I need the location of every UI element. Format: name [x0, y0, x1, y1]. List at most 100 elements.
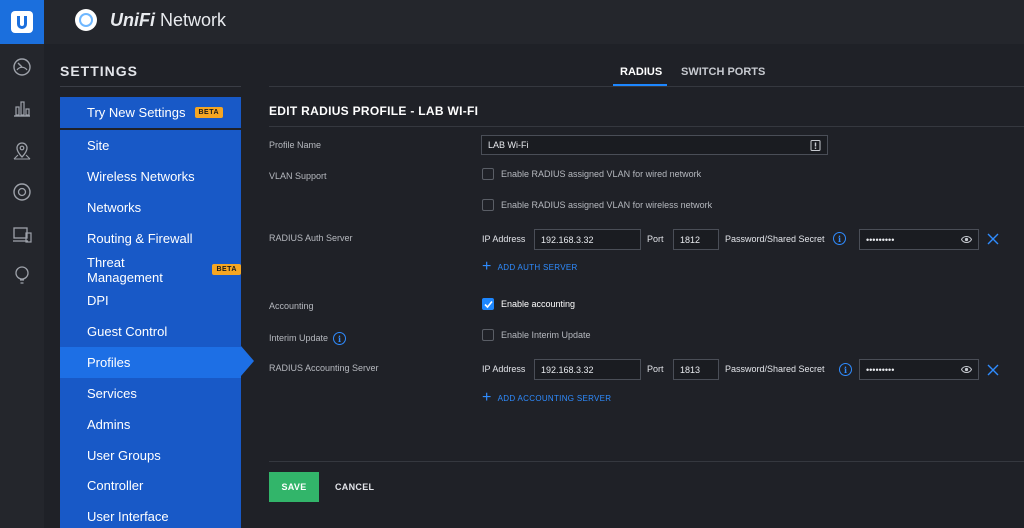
- add-accounting-server-label: ADD ACCOUNTING SERVER: [497, 393, 612, 403]
- accounting-checkbox-row[interactable]: Enable accounting: [482, 298, 575, 310]
- interim-update-checkbox[interactable]: [482, 329, 494, 341]
- sidebar-item-profiles[interactable]: Profiles: [60, 347, 241, 378]
- sidebar-item-routing-firewall[interactable]: Routing & Firewall: [60, 223, 241, 254]
- interim-update-label-row: Interim Update i: [269, 332, 347, 345]
- sidebar-group-site: Site Wireless Networks Networks Routing …: [60, 130, 241, 471]
- vlan-wireless-checkbox-row[interactable]: Enable RADIUS assigned VLAN for wireless…: [482, 199, 712, 211]
- sidebar-item-label: User Interface: [87, 509, 169, 524]
- auth-secret-value: •••••••••: [866, 234, 895, 245]
- nav-rail: [0, 44, 44, 528]
- sidebar-item-try-new-settings[interactable]: Try New Settings BETA: [60, 97, 241, 128]
- plus-icon: +: [482, 389, 492, 406]
- interim-update-label: Interim Update: [269, 332, 329, 343]
- auth-ip-field[interactable]: [534, 229, 641, 250]
- vlan-wireless-label: Enable RADIUS assigned VLAN for wireless…: [501, 200, 713, 210]
- form-title: EDIT RADIUS PROFILE - LAB WI-FI: [269, 104, 479, 118]
- sidebar-item-wireless-networks[interactable]: Wireless Networks: [60, 161, 241, 192]
- auth-secret-field[interactable]: •••••••••: [859, 229, 979, 250]
- info-icon[interactable]: i: [839, 363, 852, 376]
- vlan-wireless-checkbox[interactable]: [482, 199, 494, 211]
- ubiquiti-logo[interactable]: [0, 0, 44, 44]
- acct-ip-field[interactable]: [534, 359, 641, 380]
- acct-secret-field[interactable]: •••••••••: [859, 359, 979, 380]
- add-auth-server-button[interactable]: + ADD AUTH SERVER: [482, 258, 578, 275]
- checkmark-icon: [483, 300, 493, 308]
- auth-secret-label: Password/Shared Secret: [725, 234, 825, 244]
- profile-name-field[interactable]: [481, 135, 828, 155]
- sidebar-group-new: Try New Settings BETA: [60, 97, 241, 128]
- insights-icon[interactable]: [11, 264, 33, 286]
- app-name: Network: [160, 10, 227, 30]
- save-button[interactable]: SAVE: [269, 472, 319, 502]
- divider: [269, 126, 1024, 127]
- ubiquiti-u-icon: [11, 11, 33, 33]
- app-title: UniFi Network: [110, 10, 226, 31]
- remove-accounting-server-icon[interactable]: [986, 363, 1000, 377]
- vlan-wired-checkbox-row[interactable]: Enable RADIUS assigned VLAN for wired ne…: [482, 168, 701, 180]
- info-icon[interactable]: i: [833, 232, 846, 245]
- sidebar-item-services[interactable]: Services: [60, 378, 241, 409]
- map-icon[interactable]: [11, 140, 33, 162]
- settings-title: SETTINGS: [60, 63, 139, 79]
- sidebar-item-dpi[interactable]: DPI: [60, 285, 241, 316]
- auth-ip-label: IP Address: [482, 234, 526, 244]
- vlan-wired-label: Enable RADIUS assigned VLAN for wired ne…: [501, 169, 702, 179]
- sidebar-item-controller[interactable]: Controller: [60, 470, 241, 501]
- cancel-button[interactable]: CANCEL: [335, 472, 374, 502]
- auth-port-label: Port: [647, 234, 664, 244]
- sidebar-item-label: Try New Settings: [87, 105, 186, 120]
- top-bar: UniFi Network: [0, 0, 1024, 44]
- divider: [269, 461, 1024, 462]
- auth-ip-input[interactable]: [541, 234, 634, 245]
- acct-ip-input[interactable]: [541, 364, 634, 375]
- app-brand: UniFi: [110, 10, 155, 30]
- sidebar-item-label: Site: [87, 138, 110, 153]
- vlan-wired-checkbox[interactable]: [482, 168, 494, 180]
- acct-ip-label: IP Address: [482, 364, 526, 374]
- beta-badge: BETA: [194, 107, 224, 118]
- sidebar-item-user-interface[interactable]: User Interface: [60, 501, 241, 528]
- auth-port-field[interactable]: [673, 229, 719, 250]
- sidebar-item-threat-management[interactable]: Threat Management BETA: [60, 254, 241, 285]
- sidebar-item-label: Threat Management: [87, 254, 163, 285]
- sidebar-item-label: Networks: [87, 200, 142, 215]
- accounting-label: Accounting: [269, 301, 314, 311]
- clients-icon[interactable]: [11, 224, 33, 246]
- devices-icon[interactable]: [11, 181, 33, 203]
- eye-icon[interactable]: [961, 235, 972, 244]
- sidebar-item-site[interactable]: Site: [60, 130, 241, 161]
- add-accounting-server-button[interactable]: + ADD ACCOUNTING SERVER: [482, 389, 612, 406]
- dashboard-icon[interactable]: [11, 56, 33, 78]
- sidebar-group-controller: Controller User Interface: [60, 470, 241, 528]
- acct-port-input[interactable]: [680, 364, 712, 375]
- auth-port-input[interactable]: [680, 234, 712, 245]
- sidebar-item-label: Routing & Firewall: [87, 231, 193, 246]
- sidebar-item-label: Wireless Networks: [87, 169, 195, 184]
- sidebar-item-networks[interactable]: Networks: [60, 192, 241, 223]
- accounting-checkbox[interactable]: [482, 298, 494, 310]
- info-icon[interactable]: i: [333, 332, 347, 345]
- statistics-icon[interactable]: [11, 97, 33, 119]
- eye-icon[interactable]: [961, 365, 972, 374]
- sidebar-item-label: DPI: [87, 293, 109, 308]
- tab-switch-ports[interactable]: SWITCH PORTS: [681, 66, 765, 78]
- tab-active-underline: [613, 84, 667, 86]
- remove-auth-server-icon[interactable]: [986, 232, 1000, 246]
- plus-icon: +: [482, 258, 492, 275]
- divider: [60, 86, 241, 87]
- tab-radius[interactable]: RADIUS: [620, 66, 662, 78]
- profile-name-input[interactable]: [488, 140, 821, 150]
- sidebar-item-label: Guest Control: [87, 324, 168, 339]
- interim-update-checkbox-row[interactable]: Enable Interim Update: [482, 329, 591, 341]
- acct-port-field[interactable]: [673, 359, 719, 380]
- sidebar-item-admins[interactable]: Admins: [60, 409, 241, 440]
- tabs-divider: [269, 86, 1024, 87]
- interim-update-check-label: Enable Interim Update: [501, 330, 591, 340]
- sidebar-item-label: Services: [87, 386, 137, 401]
- acct-secret-label: Password/Shared Secret: [725, 364, 825, 374]
- sidebar-item-guest-control[interactable]: Guest Control: [60, 316, 241, 347]
- sidebar-item-label: User Groups: [87, 448, 161, 463]
- radius-accounting-server-label: RADIUS Accounting Server: [269, 363, 379, 373]
- sidebar-item-label: Admins: [87, 417, 131, 432]
- sidebar-item-user-groups[interactable]: User Groups: [60, 440, 241, 471]
